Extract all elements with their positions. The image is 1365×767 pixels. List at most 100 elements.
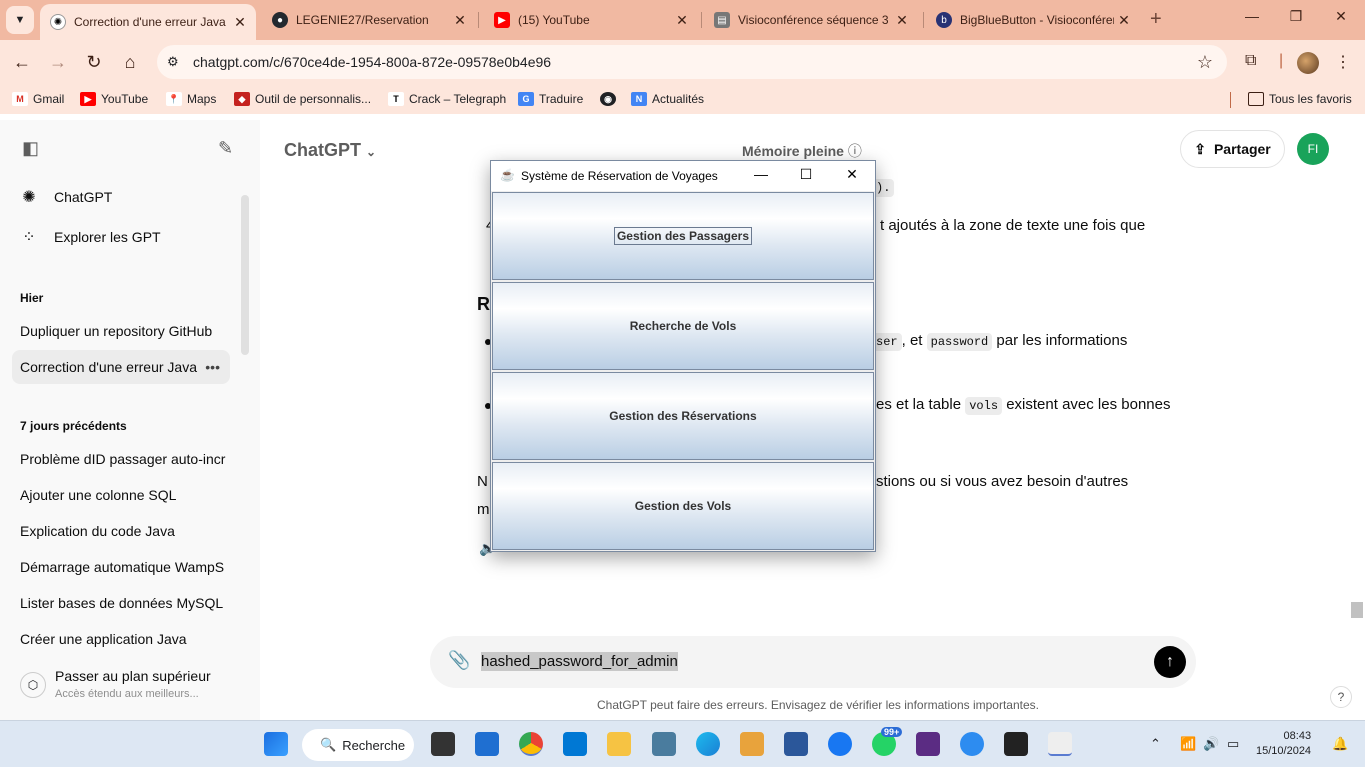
composer-input[interactable]: hashed_password_for_admin	[481, 652, 678, 671]
sidebar-toggle-icon[interactable]: ◧	[22, 138, 39, 159]
restore-button[interactable]: ❐	[1273, 8, 1319, 25]
sidebar-chat-item[interactable]: Problème dID passager auto-incr	[12, 442, 230, 476]
chat-fragment: , et	[901, 332, 923, 349]
reload-button[interactable]: ↻	[82, 52, 106, 73]
close-icon[interactable]: ✕	[892, 12, 912, 29]
sidebar-chat-item[interactable]: Démarrage automatique WampS	[12, 550, 230, 584]
bookmark-outil[interactable]: ◆ Outil de personnalis...	[234, 92, 371, 106]
notification-bell-icon[interactable]: 🔔	[1332, 736, 1348, 752]
help-app-icon[interactable]	[960, 732, 984, 756]
sidebar-chat-item[interactable]: Lister bases de données MySQL	[12, 586, 230, 620]
bookmark-label: Gmail	[33, 92, 65, 106]
disclaimer-text: ChatGPT peut faire des erreurs. Envisage…	[597, 698, 1039, 712]
battery-icon[interactable]: ▭	[1227, 736, 1239, 752]
chrome-icon[interactable]	[519, 732, 543, 756]
sidebar-chat-item[interactable]: Dupliquer un repository GitHub	[12, 314, 230, 348]
file-explorer-icon[interactable]	[607, 732, 631, 756]
share-button[interactable]: ⇪ Partager	[1180, 130, 1285, 168]
tab-youtube[interactable]: ▶ (15) YouTube ✕	[484, 4, 698, 36]
extensions-icon[interactable]: ⧉	[1245, 52, 1256, 70]
java-close-button[interactable]: ✕	[837, 166, 867, 183]
sidebar-scrollbar[interactable]	[241, 195, 249, 355]
user-avatar[interactable]: FI	[1297, 133, 1329, 165]
message-composer[interactable]: 📎 hashed_password_for_admin ↑	[430, 636, 1196, 688]
bookmark-maps[interactable]: 📍 Maps	[166, 92, 216, 106]
all-bookmarks[interactable]: Tous les favoris	[1248, 92, 1352, 106]
java-taskbar-icon[interactable]	[1048, 732, 1072, 756]
gestion-reservations-button[interactable]: Gestion des Réservations	[492, 372, 874, 460]
tab-search-button[interactable]: ▼	[6, 6, 34, 34]
bookmark-gmail[interactable]: M Gmail	[12, 92, 64, 106]
tab-github[interactable]: ● LEGENIE27/Reservation ✕	[262, 4, 476, 36]
profile-avatar[interactable]	[1297, 52, 1319, 74]
new-chat-icon[interactable]: ✎	[218, 138, 233, 159]
close-icon[interactable]: ✕	[230, 14, 250, 31]
site-settings-icon[interactable]: ⚙	[167, 54, 179, 70]
bookmark-actualites[interactable]: N Actualités	[631, 92, 704, 106]
sidebar-item-explore-gpts[interactable]: ⁘ Explorer les GPT	[12, 220, 230, 254]
task-view-icon[interactable]	[431, 732, 455, 756]
windows-start-icon[interactable]	[264, 732, 288, 756]
facebook-icon[interactable]	[828, 732, 852, 756]
sidebar-chat-item[interactable]: Explication du code Java	[12, 514, 230, 548]
recherche-vols-button[interactable]: Recherche de Vols	[492, 282, 874, 370]
bookmark-label: Tous les favoris	[1269, 92, 1352, 106]
sidebar-chat-item-selected[interactable]: Correction d'une erreur Java •••	[12, 350, 230, 384]
more-options-icon[interactable]: •••	[205, 359, 220, 375]
tab-chatgpt[interactable]: ✺ Correction d'une erreur Java ✕	[40, 4, 256, 40]
bookmark-globe[interactable]: ◉	[600, 92, 621, 106]
taskbar-search[interactable]: 🔍 Recherche	[302, 729, 414, 761]
wifi-icon[interactable]: 📶	[1180, 736, 1196, 752]
upgrade-plan-button[interactable]: ⬡ Passer au plan supérieur Accès étendu …	[20, 668, 240, 708]
edge-icon[interactable]	[696, 732, 720, 756]
sidebar-chat-item[interactable]: Créer une application Java	[12, 622, 230, 656]
back-button[interactable]: ←	[10, 52, 34, 73]
bookmark-star-icon[interactable]: ☆	[1197, 52, 1213, 73]
volume-icon[interactable]: 🔊	[1203, 736, 1219, 752]
map-pin-icon: 📍	[166, 92, 182, 106]
page-scrollbar[interactable]	[1351, 602, 1363, 618]
bookmark-telegraph[interactable]: T Crack – Telegraph	[388, 92, 506, 106]
gestion-vols-button[interactable]: Gestion des Vols	[492, 462, 874, 550]
new-tab-button[interactable]: +	[1150, 8, 1162, 31]
java-window-titlebar[interactable]: ☕ Système de Réservation de Voyages — ☐ …	[491, 161, 875, 191]
address-bar[interactable]: ⚙ chatgpt.com/c/670ce4de-1954-800a-872e-…	[157, 45, 1227, 79]
sidebar-item-label: Dupliquer un repository GitHub	[20, 323, 213, 339]
home-button[interactable]: ⌂	[118, 52, 142, 73]
word-icon[interactable]	[784, 732, 808, 756]
bookmark-youtube[interactable]: ▶ YouTube	[80, 92, 148, 106]
java-maximize-button[interactable]: ☐	[791, 166, 821, 183]
java-minimize-button[interactable]: —	[746, 166, 776, 182]
gmail-icon: M	[12, 92, 28, 106]
attach-icon[interactable]: 📎	[448, 650, 470, 671]
close-window-button[interactable]: ✕	[1318, 8, 1364, 25]
url-text[interactable]: chatgpt.com/c/670ce4de-1954-800a-872e-09…	[193, 54, 551, 70]
vscode-icon[interactable]	[563, 732, 587, 756]
tab-divider	[701, 12, 702, 28]
close-icon[interactable]: ✕	[1114, 12, 1134, 29]
help-button[interactable]: ?	[1330, 686, 1352, 708]
close-icon[interactable]: ✕	[672, 12, 692, 29]
bookmark-traduire[interactable]: G Traduire	[518, 92, 583, 106]
app-icon-2[interactable]	[740, 732, 764, 756]
sidebar-item-chatgpt[interactable]: ✺ ChatGPT	[12, 180, 230, 214]
sidebar-chat-item[interactable]: Ajouter une colonne SQL	[12, 478, 230, 512]
notification-badge: 99+	[881, 727, 903, 737]
taskbar-clock[interactable]: 08:43 15/10/2024	[1256, 729, 1311, 759]
store-icon[interactable]	[475, 732, 499, 756]
forward-button[interactable]: →	[46, 52, 70, 73]
menu-icon[interactable]: ⋮	[1335, 52, 1351, 72]
model-selector[interactable]: ChatGPT ⌄	[284, 140, 376, 161]
tray-chevron-icon[interactable]: ⌃	[1150, 736, 1161, 752]
send-button[interactable]: ↑	[1154, 646, 1186, 678]
minimize-button[interactable]: —	[1229, 8, 1275, 24]
app-icon[interactable]	[652, 732, 676, 756]
bookmark-label: Outil de personnalis...	[255, 92, 372, 106]
gestion-passagers-button[interactable]: Gestion des Passagers	[492, 192, 874, 280]
terminal-icon[interactable]	[1004, 732, 1028, 756]
close-icon[interactable]: ✕	[450, 12, 470, 29]
memory-status[interactable]: Mémoire pleine ⓘ	[742, 141, 862, 161]
tab-visioconference[interactable]: ▤ Visioconférence séquence 3 ✕	[704, 4, 918, 36]
tab-bigbluebutton[interactable]: b BigBlueButton - Visioconférence ✕	[926, 4, 1140, 36]
app-icon-3[interactable]	[916, 732, 940, 756]
